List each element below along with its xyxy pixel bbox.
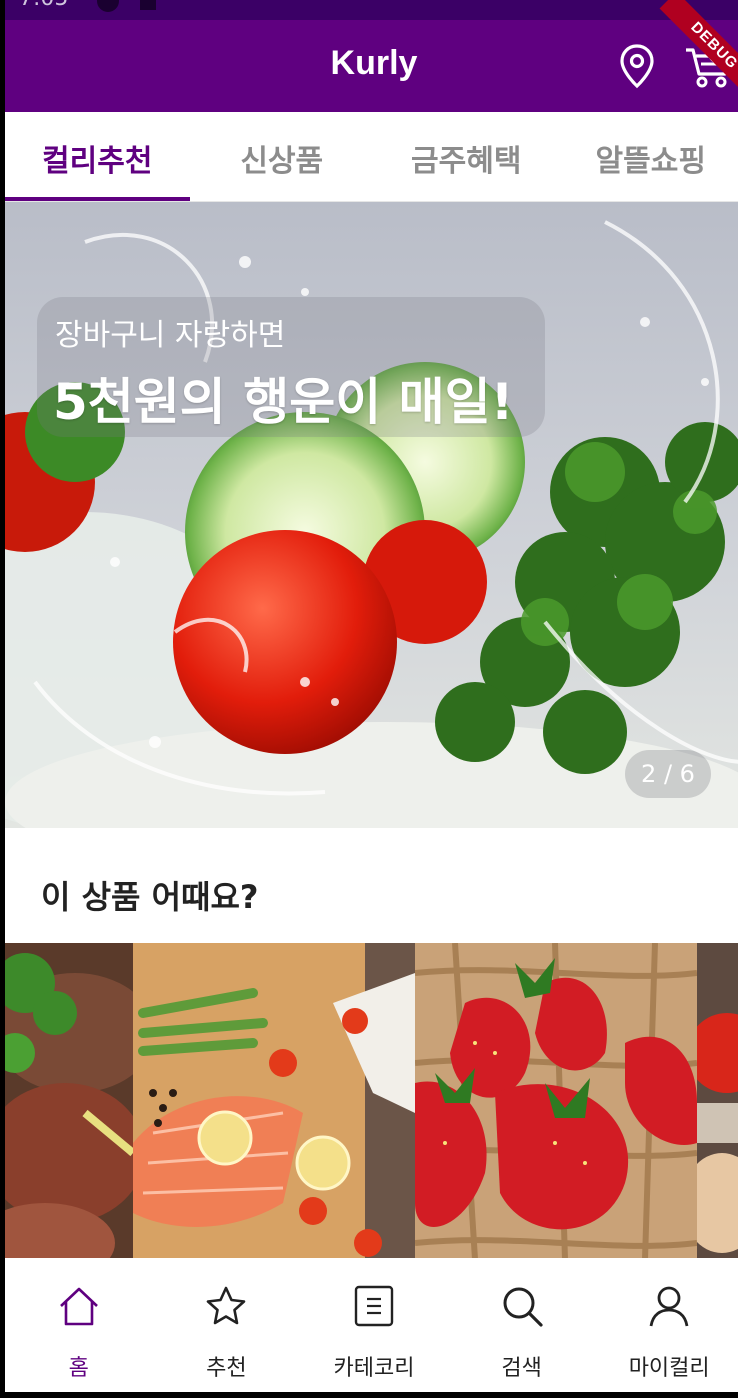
location-pin-icon[interactable]	[615, 42, 659, 90]
bottom-navigation: 홈 추천 카테코리 검색 마이컬리	[5, 1258, 738, 1392]
nav-home-label: 홈	[68, 1356, 89, 1381]
promo-banner[interactable]: 장바구니 자랑하면 5천원의 행운이 매일! 2 / 6	[5, 202, 738, 828]
product-carousel[interactable]	[5, 943, 738, 1259]
status-icon	[97, 0, 119, 12]
product-card[interactable]	[697, 943, 738, 1259]
salmon-product-image	[133, 943, 415, 1259]
home-icon	[59, 1287, 98, 1326]
banner-page-indicator: 2 / 6	[625, 750, 711, 798]
nav-category-label: 카테코리	[333, 1356, 415, 1381]
app-bar: Kurly 2 DEBUG	[5, 0, 738, 112]
search-icon	[503, 1287, 543, 1327]
category-tabs: 컬리추천 신상품 금주혜택 알뜰쇼핑	[5, 112, 738, 202]
tab-new-products[interactable]: 신상품	[190, 112, 375, 201]
banner-title: 5천원의 행운이 매일!	[53, 373, 514, 431]
nav-search-label: 검색	[501, 1356, 542, 1381]
nav-recommend-label: 추천	[206, 1356, 247, 1381]
nav-recommend[interactable]: 추천	[153, 1258, 301, 1392]
person-icon	[649, 1286, 689, 1327]
steak-product-image	[5, 943, 133, 1259]
tab-bargain-shopping[interactable]: 알뜰쇼핑	[559, 112, 738, 201]
status-notification-icon	[140, 0, 156, 10]
nav-search[interactable]: 검색	[448, 1258, 596, 1392]
nav-category[interactable]: 카테코리	[300, 1258, 448, 1392]
banner-image	[5, 202, 738, 828]
banner-subtitle: 장바구니 자랑하면	[55, 318, 286, 353]
nav-my-kurly[interactable]: 마이컬리	[595, 1258, 738, 1392]
product-card[interactable]	[5, 943, 133, 1259]
strawberry-product-image	[415, 943, 697, 1259]
status-bar: 7:05	[5, 0, 738, 20]
category-list-icon	[354, 1285, 394, 1327]
nav-home[interactable]: 홈	[5, 1258, 153, 1392]
section-title: 이 상품 어때요?	[41, 878, 259, 916]
tomato-product-image	[697, 943, 738, 1259]
star-icon	[207, 1286, 246, 1325]
product-card[interactable]	[133, 943, 415, 1259]
nav-my-kurly-label: 마이컬리	[628, 1356, 710, 1381]
tab-weekly-benefits[interactable]: 금주혜택	[374, 112, 559, 201]
app-screen: 7:05 Kurly 2 DEBUG 컬리추천 신상품 금주혜택 알뜰쇼핑	[0, 0, 738, 1398]
status-time: 7:05	[19, 0, 68, 11]
tab-recommend[interactable]: 컬리추천	[5, 112, 190, 201]
product-card[interactable]	[415, 943, 697, 1259]
